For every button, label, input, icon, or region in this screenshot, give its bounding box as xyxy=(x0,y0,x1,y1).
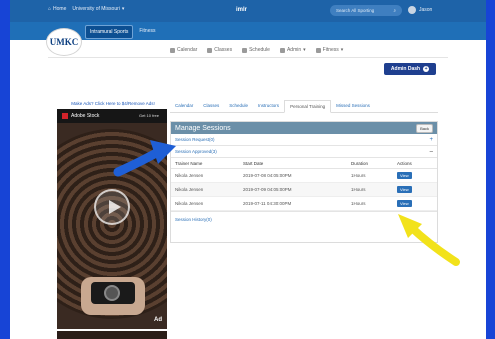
search-input[interactable]: Search All Sporting ⌕ xyxy=(330,5,402,16)
remove-ads-link[interactable]: Make Ads? Click Here to $4/Remove Ads! xyxy=(58,101,168,106)
site-brand: imlr xyxy=(236,7,248,13)
tab-calendar[interactable]: Calendar xyxy=(170,100,198,112)
chart-icon xyxy=(242,47,248,53)
ad-header: Adobe Stock Get 10 free xyxy=(57,109,167,123)
main-menu: Calendar Classes Schedule Admin ▾ Fitness… xyxy=(170,47,343,53)
tab-classes[interactable]: Classes xyxy=(198,100,224,112)
menu-item-classes[interactable]: Classes xyxy=(207,47,232,53)
avatar xyxy=(408,6,416,14)
table-header: Trainer Name Start Date Duration Actions xyxy=(171,158,437,169)
table-row: Nikola Jensen 2019-07-11 04:30:00PM 1Hou… xyxy=(171,197,437,211)
chevron-down-icon: ▾ xyxy=(121,6,125,12)
tab-fitness[interactable]: Fitness xyxy=(135,25,159,39)
home-icon: ⌂ xyxy=(48,6,52,12)
home-link[interactable]: ⌂ Home xyxy=(48,6,66,12)
umkc-logo[interactable]: UMKC xyxy=(46,28,82,56)
admin-dash-button[interactable]: Admin Dash + xyxy=(384,63,436,75)
back-button[interactable]: Back xyxy=(416,123,433,133)
tab-personal-training[interactable]: Personal Training xyxy=(284,100,332,113)
table-row: Nikola Jensen 2019-07-09 04:05:00PM 1Hou… xyxy=(171,183,437,197)
university-dropdown[interactable]: University of Missouri ▾ xyxy=(72,6,124,12)
plus-icon: + xyxy=(429,136,433,143)
info-icon xyxy=(315,47,321,53)
panel-header: Manage Sessions Back xyxy=(171,122,437,134)
second-advertisement[interactable] xyxy=(57,331,167,339)
table-body: Nikola Jensen 2019-07-08 04:05:00PM 1Hou… xyxy=(171,169,437,211)
view-button[interactable]: View xyxy=(397,172,412,179)
manage-sessions-panel: Manage Sessions Back Session Request(0) … xyxy=(170,121,438,243)
adobe-logo-icon xyxy=(62,113,68,119)
tab-schedule[interactable]: Schedule xyxy=(224,100,253,112)
menu-item-calendar[interactable]: Calendar xyxy=(170,47,197,53)
session-approved-toggle[interactable]: Session Approved(3) – xyxy=(171,146,437,158)
camera-lens-image xyxy=(104,285,120,301)
view-button[interactable]: View xyxy=(397,186,412,193)
session-history-toggle[interactable]: Session History(0) xyxy=(171,211,437,227)
browser-page: ⌂ Home University of Missouri ▾ imlr Sea… xyxy=(10,0,486,339)
minus-icon: – xyxy=(429,148,433,155)
plus-circle-icon: + xyxy=(423,66,430,72)
tab-intramural-sports[interactable]: Intramural Sports xyxy=(85,25,134,39)
tab-instructors[interactable]: Instructors xyxy=(253,100,284,112)
calendar-icon xyxy=(170,47,175,53)
video-advertisement[interactable]: Adobe Stock Get 10 free Ad xyxy=(57,109,167,329)
view-button[interactable]: View xyxy=(397,200,412,207)
top-bar: ⌂ Home University of Missouri ▾ imlr Sea… xyxy=(10,0,486,22)
tab-missed-sessions[interactable]: Missed Sessions xyxy=(331,100,375,112)
users-icon xyxy=(207,47,213,53)
menu-item-schedule[interactable]: Schedule xyxy=(242,47,270,53)
session-request-toggle[interactable]: Session Request(0) + xyxy=(171,134,437,146)
chevron-down-icon: ▾ xyxy=(303,47,306,53)
chevron-down-icon: ▾ xyxy=(340,47,344,53)
menu-divider xyxy=(48,57,448,58)
gear-icon xyxy=(279,47,285,53)
menu-item-fitness[interactable]: Fitness ▾ xyxy=(315,47,344,53)
table-row: Nikola Jensen 2019-07-08 04:05:00PM 1Hou… xyxy=(171,169,437,183)
content-tabs: Calendar Classes Schedule Instructors Pe… xyxy=(170,100,438,113)
search-icon: ⌕ xyxy=(393,8,396,13)
menu-item-admin[interactable]: Admin ▾ xyxy=(279,47,306,53)
ad-mark: Ad xyxy=(154,317,162,323)
panel-title: Manage Sessions xyxy=(175,124,231,132)
play-icon[interactable] xyxy=(94,189,130,225)
sub-nav: Intramural Sports Fitness xyxy=(10,22,486,40)
user-menu[interactable]: Jason xyxy=(408,6,432,14)
